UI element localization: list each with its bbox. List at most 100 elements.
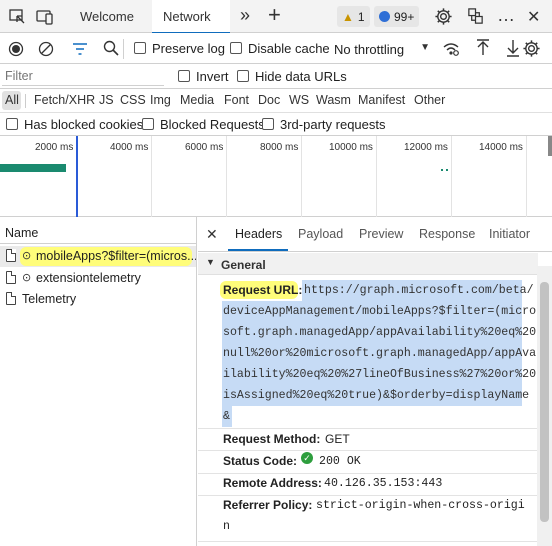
warning-icon: ▲ (342, 9, 354, 24)
inspect-element-icon[interactable] (8, 8, 26, 26)
disable-cache-checkbox[interactable] (230, 42, 242, 54)
network-settings-icon[interactable] (522, 39, 541, 58)
tab-network[interactable]: Network (152, 0, 230, 34)
settings-gear-icon[interactable] (434, 7, 453, 26)
request-method-value[interactable]: GET (325, 432, 350, 446)
name-column-header[interactable]: Name (0, 217, 196, 244)
type-fetch-xhr-button[interactable]: Fetch/XHR (34, 93, 95, 107)
new-tab-icon[interactable]: + (268, 2, 281, 28)
type-css-button[interactable]: CSS (120, 93, 146, 107)
connect-devices-icon[interactable] (466, 7, 485, 26)
referrer-policy-value[interactable]: strict-origin-when-cross-origi (316, 499, 525, 512)
filter-row: Invert Hide data URLs (0, 64, 552, 89)
type-wasm-button[interactable]: Wasm (316, 93, 351, 107)
search-icon[interactable] (103, 40, 119, 56)
device-emulation-icon[interactable] (36, 8, 54, 26)
request-url-value[interactable]: soft.graph.managedApp/appAvailability%20… (223, 322, 536, 343)
request-url-value[interactable]: & (223, 406, 230, 427)
request-list: Name ⊙ mobileApps?$filter=(micros... ⊙ e… (0, 217, 197, 546)
fetch-icon: ⊙ (22, 272, 32, 284)
message-icon (379, 11, 390, 22)
tab-welcome-label: Welcome (80, 9, 134, 24)
type-other-button[interactable]: Other (414, 93, 445, 107)
request-url-value[interactable]: ilability%20eq%20%27lineOfBusiness%27%20… (223, 364, 536, 385)
messages-badge[interactable]: 99+ (374, 6, 420, 27)
active-tab-indicator (228, 249, 288, 251)
more-tabs-icon[interactable]: » (240, 5, 250, 26)
fetch-icon: ⊙ (22, 250, 32, 262)
referrer-policy-value[interactable]: n (223, 520, 230, 533)
type-media-button[interactable]: Media (180, 93, 214, 107)
type-img-button[interactable]: Img (150, 93, 171, 107)
timeline-gridline (151, 136, 152, 217)
toolbar-divider (123, 39, 124, 59)
hide-data-urls-label: Hide data URLs (255, 69, 347, 84)
blocked-requests-label: Blocked Requests (160, 117, 265, 132)
more-options-icon[interactable]: … (497, 5, 515, 26)
row-divider (198, 450, 538, 451)
request-name: mobileApps?$filter=(micros... (36, 249, 196, 263)
detail-tabs: ✕ Headers Payload Preview Response Initi… (198, 217, 552, 252)
details-scrollbar-thumb[interactable] (540, 282, 549, 522)
row-divider (198, 473, 538, 474)
timeline-gridline (451, 136, 452, 217)
invert-label: Invert (196, 69, 229, 84)
type-ws-button[interactable]: WS (289, 93, 309, 107)
clear-icon[interactable] (38, 41, 54, 57)
network-conditions-icon[interactable] (442, 41, 460, 57)
request-row[interactable]: ⊙ mobileApps?$filter=(micros... (0, 246, 196, 267)
tab-payload[interactable]: Payload (298, 227, 343, 241)
close-detail-icon[interactable]: ✕ (206, 226, 218, 243)
throttling-value: No throttling (334, 41, 405, 57)
remote-address-value[interactable]: 40.126.35.153:443 (324, 477, 442, 490)
resource-type-filters: All Fetch/XHR JS CSS Img Media Font Doc … (0, 89, 552, 113)
filter-input[interactable] (2, 66, 164, 86)
type-all-button[interactable]: All (5, 93, 19, 107)
preserve-log-label: Preserve log (152, 41, 225, 56)
request-row[interactable]: ⊙ extensiontelemetry (0, 268, 196, 289)
type-js-button[interactable]: JS (99, 93, 114, 107)
document-icon (6, 292, 16, 305)
remote-address-label: Remote Address: (223, 476, 322, 490)
has-blocked-cookies-checkbox[interactable] (6, 118, 18, 130)
tab-headers[interactable]: Headers (235, 227, 282, 241)
type-divider (25, 94, 26, 108)
timeline-marker-line (76, 136, 78, 217)
hide-data-urls-checkbox[interactable] (237, 70, 249, 82)
request-url-value[interactable]: https://graph.microsoft.com/beta/ (304, 280, 534, 301)
request-url-value[interactable]: null%20or%20microsoft.graph.managedApp/a… (223, 343, 536, 364)
request-row[interactable]: Telemetry (0, 289, 196, 310)
warnings-badge[interactable]: ▲ 1 (337, 6, 370, 27)
type-manifest-button[interactable]: Manifest (358, 93, 405, 107)
filter-icon[interactable] (72, 42, 88, 56)
request-name: Telemetry (22, 292, 77, 306)
request-url-value[interactable]: isAssigned%20eq%20true)&$orderby=display… (223, 385, 529, 406)
blocked-requests-checkbox[interactable] (142, 118, 154, 130)
general-section-header[interactable]: ▼ General (198, 253, 538, 275)
type-doc-button[interactable]: Doc (258, 93, 280, 107)
timeline-tick: 4000 ms (110, 142, 149, 153)
status-code-value[interactable]: 200 OK (319, 455, 361, 468)
preserve-log-checkbox[interactable] (134, 42, 146, 54)
tab-initiator[interactable]: Initiator (489, 227, 530, 241)
timeline-request-dot (446, 169, 448, 171)
throttling-select[interactable]: No throttling ▼ (328, 38, 432, 60)
import-har-icon[interactable] (475, 39, 491, 57)
third-party-requests-checkbox[interactable] (262, 118, 274, 130)
tab-response[interactable]: Response (419, 227, 475, 241)
network-toolbar: Preserve log Disable cache No throttling… (0, 33, 552, 64)
referrer-policy-label: Referrer Policy: (223, 498, 313, 512)
invert-checkbox[interactable] (178, 70, 190, 82)
request-url-value[interactable]: deviceAppManagement/mobileApps?$filter=(… (223, 301, 536, 322)
timeline-scroll-handle[interactable] (548, 136, 552, 156)
document-icon (6, 271, 16, 284)
tab-preview[interactable]: Preview (359, 227, 403, 241)
tab-welcome[interactable]: Welcome (66, 0, 146, 33)
network-overview-timeline[interactable]: 2000 ms 4000 ms 6000 ms 8000 ms 10000 ms… (0, 136, 552, 217)
export-har-icon[interactable] (505, 39, 521, 57)
has-blocked-cookies-label: Has blocked cookies (24, 117, 144, 132)
close-devtools-icon[interactable]: ✕ (527, 7, 540, 27)
record-icon[interactable] (8, 41, 24, 57)
type-font-button[interactable]: Font (224, 93, 249, 107)
status-code-label: Status Code: (223, 454, 298, 468)
